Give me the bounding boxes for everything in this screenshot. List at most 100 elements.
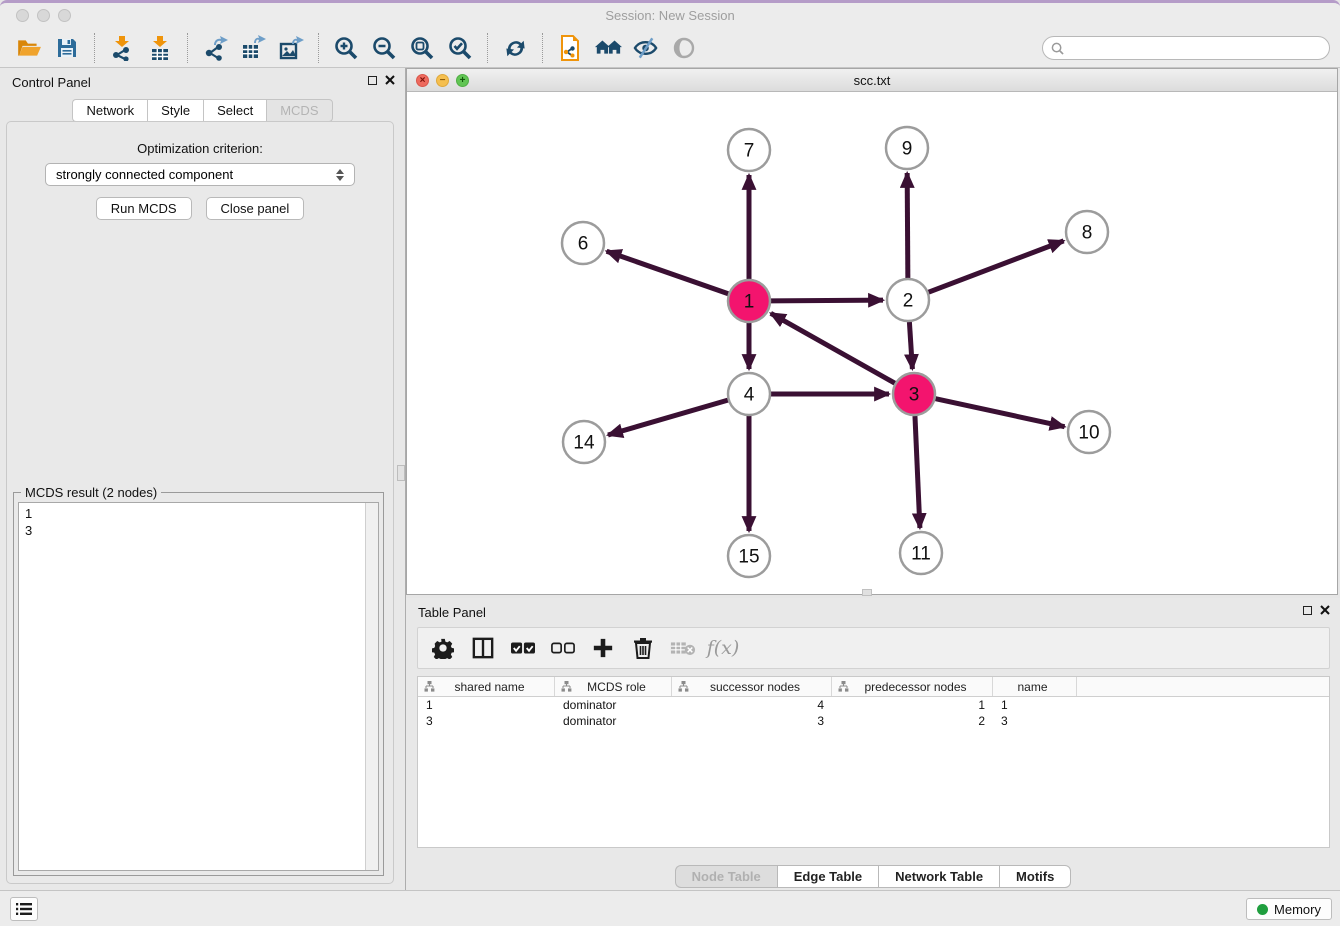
fit-content-button[interactable] [406, 32, 438, 64]
graph-node-label-15: 15 [738, 547, 759, 568]
close-panel-icon[interactable] [1320, 605, 1330, 615]
fx-icon: f(x) [707, 637, 740, 659]
select-all-columns-button[interactable] [508, 633, 538, 663]
graph-edge-3-10[interactable] [935, 399, 1064, 427]
tab-network-table[interactable]: Network Table [878, 865, 999, 888]
zoom-out-icon [371, 35, 397, 61]
open-session-button[interactable] [13, 32, 45, 64]
table-cell[interactable]: 2 [832, 713, 993, 729]
close-panel-button[interactable]: Close panel [206, 197, 305, 220]
checked-boxes-icon [511, 641, 535, 655]
column-header-successor-nodes[interactable]: successor nodes [672, 677, 832, 696]
clone-network-button[interactable] [554, 32, 586, 64]
delete-table-button[interactable] [668, 633, 698, 663]
graph-edge-3-11[interactable] [915, 416, 920, 528]
graph-edge-2-3[interactable] [909, 322, 912, 369]
table-cell[interactable]: dominator [555, 697, 672, 713]
table-cell[interactable]: 1 [832, 697, 993, 713]
houses-icon [594, 36, 622, 60]
result-scrollbar[interactable] [365, 503, 378, 870]
float-panel-icon[interactable] [368, 76, 377, 85]
table-cell[interactable]: 3 [993, 713, 1077, 729]
tab-mcds[interactable]: MCDS [266, 99, 332, 122]
zoom-selected-button[interactable] [444, 32, 476, 64]
status-bar: Memory [0, 890, 1340, 926]
search-input[interactable] [1069, 41, 1321, 56]
add-column-button[interactable] [588, 633, 618, 663]
table-settings-button[interactable] [428, 633, 458, 663]
export-table-button[interactable] [237, 32, 269, 64]
mcds-result-list[interactable]: 1 3 [18, 502, 379, 871]
first-neighbors-button[interactable] [592, 32, 624, 64]
float-panel-icon[interactable] [1303, 606, 1312, 615]
graph-edge-1-2[interactable] [771, 300, 883, 301]
apply-layout-button[interactable] [499, 32, 531, 64]
network-canvas[interactable]: 7968124314101511 [407, 92, 1336, 594]
zoom-in-button[interactable] [330, 32, 362, 64]
tab-select[interactable]: Select [203, 99, 266, 122]
network-table-splitter-handle[interactable] [862, 589, 872, 596]
delete-columns-button[interactable] [628, 633, 658, 663]
close-panel-icon[interactable] [385, 75, 395, 85]
function-builder-button[interactable]: f(x) [708, 633, 738, 663]
memory-label: Memory [1274, 902, 1321, 917]
import-table-button[interactable] [144, 32, 176, 64]
import-network-icon [109, 35, 135, 61]
fit-content-icon [409, 35, 435, 61]
zoom-out-button[interactable] [368, 32, 400, 64]
gray-eye-icon [672, 36, 696, 60]
refresh-layout-icon [503, 36, 528, 61]
table-cell[interactable]: 1 [993, 697, 1077, 713]
table-cell[interactable]: 3 [418, 713, 555, 729]
delete-table-icon [670, 639, 696, 657]
tab-motifs[interactable]: Motifs [999, 865, 1071, 888]
column-header-shared-name[interactable]: shared name [418, 677, 555, 696]
export-image-button[interactable] [275, 32, 307, 64]
criterion-dropdown[interactable]: strongly connected component [45, 163, 355, 186]
show-hide-details-button[interactable] [630, 32, 662, 64]
mcds-tab-content: Optimization criterion: strongly connect… [6, 121, 394, 884]
column-header-predecessor-nodes[interactable]: predecessor nodes [832, 677, 993, 696]
toolbar-separator [187, 33, 188, 63]
table-row[interactable]: 1 dominator 4 1 1 [418, 697, 1329, 713]
toolbar-search[interactable] [1042, 36, 1330, 60]
mcds-result-legend: MCDS result (2 nodes) [21, 485, 161, 500]
search-icon [1051, 42, 1064, 55]
column-header-name[interactable]: name [993, 677, 1077, 696]
tab-network[interactable]: Network [72, 99, 147, 122]
column-header-mcds-role[interactable]: MCDS role [555, 677, 672, 696]
tab-style[interactable]: Style [147, 99, 203, 122]
open-folder-icon [16, 35, 42, 61]
table-row[interactable]: 3 dominator 3 2 3 [418, 713, 1329, 729]
graph-edge-4-14[interactable] [608, 400, 728, 435]
graph-node-label-8: 8 [1082, 223, 1093, 244]
export-image-icon [278, 35, 304, 61]
save-session-button[interactable] [51, 32, 83, 64]
graph-edge-2-8[interactable] [929, 241, 1064, 292]
graph-node-label-3: 3 [909, 385, 920, 406]
export-network-button[interactable] [199, 32, 231, 64]
table-panel: Table Panel [406, 598, 1340, 891]
graph-edge-3-1[interactable] [771, 313, 895, 383]
split-panel-button[interactable] [468, 633, 498, 663]
network-window-titlebar[interactable]: × − + scc.txt [407, 69, 1337, 92]
table-cell[interactable]: dominator [555, 713, 672, 729]
graph-edge-2-9[interactable] [907, 173, 908, 278]
graph-edge-1-6[interactable] [607, 251, 729, 293]
tab-edge-table[interactable]: Edge Table [777, 865, 878, 888]
control-panel-tabs: Network Style Select MCDS [0, 99, 405, 122]
show-panels-menu-button[interactable] [10, 897, 38, 921]
table-cell[interactable]: 3 [672, 713, 832, 729]
birdseye-view-button[interactable] [668, 32, 700, 64]
run-mcds-button[interactable]: Run MCDS [96, 197, 192, 220]
table-panel-title: Table Panel [418, 605, 486, 620]
import-network-button[interactable] [106, 32, 138, 64]
table-cell[interactable]: 1 [418, 697, 555, 713]
tab-node-table[interactable]: Node Table [675, 865, 777, 888]
deselect-all-columns-button[interactable] [548, 633, 578, 663]
panel-splitter-handle[interactable] [397, 465, 405, 481]
export-network-icon [202, 35, 228, 61]
node-table: shared name MCDS role successor nodes pr… [417, 676, 1330, 848]
table-cell[interactable]: 4 [672, 697, 832, 713]
memory-button[interactable]: Memory [1246, 898, 1332, 920]
